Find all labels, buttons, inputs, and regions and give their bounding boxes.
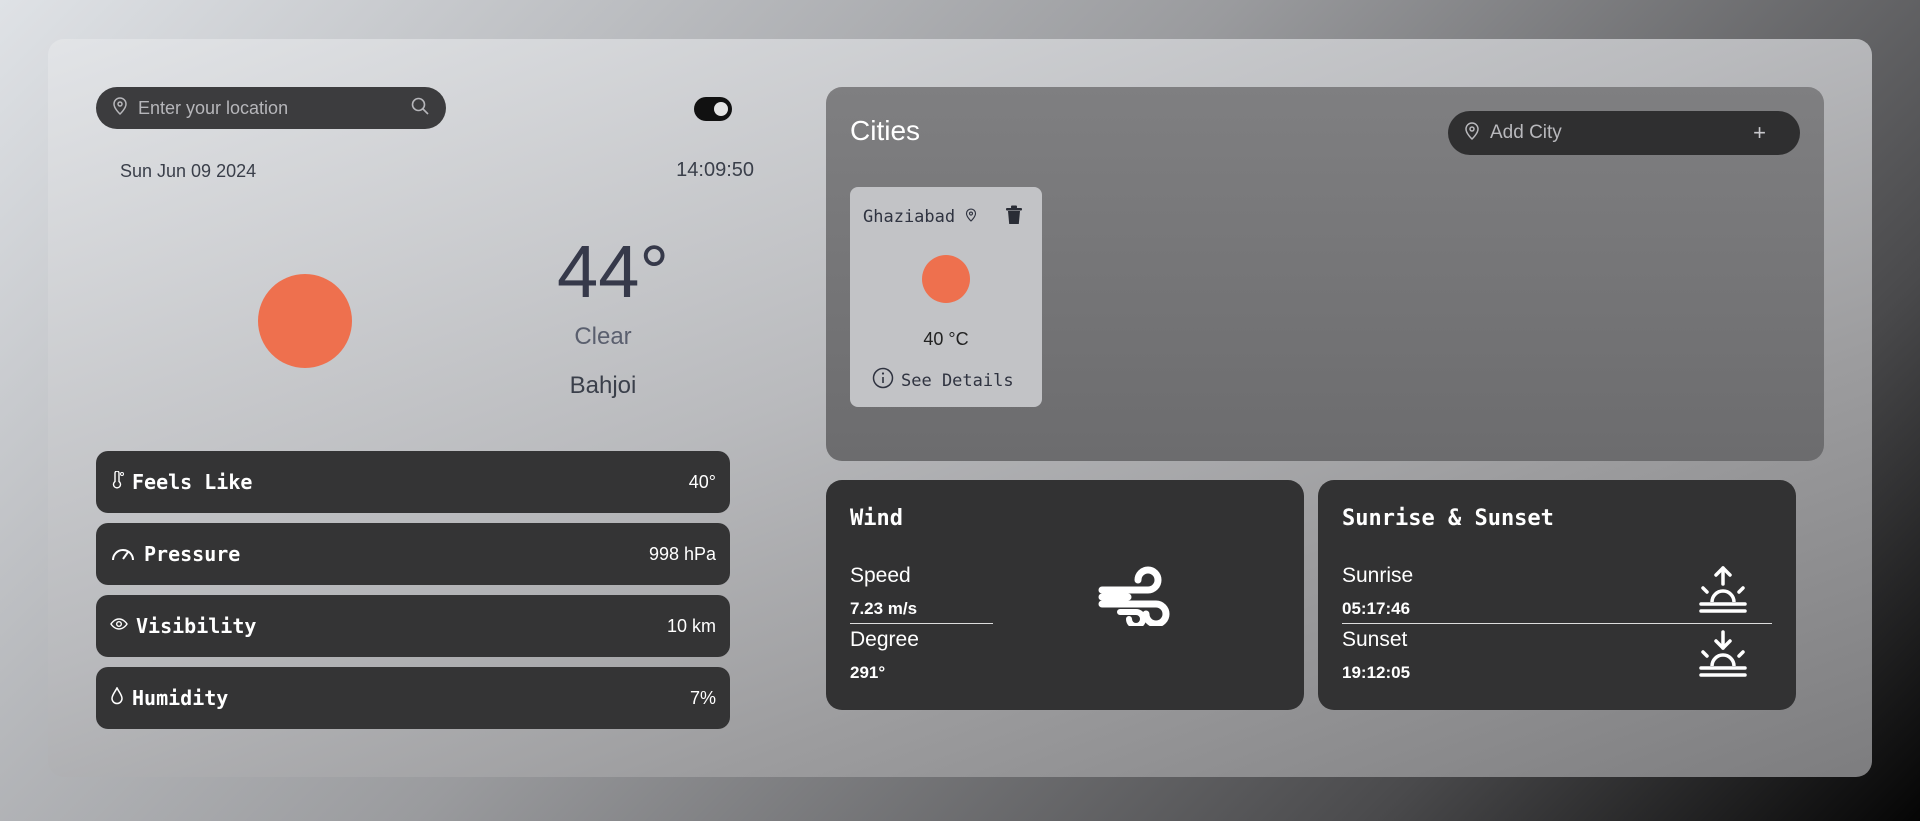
location-search[interactable]: Enter your location bbox=[96, 87, 446, 129]
weather-condition: Clear bbox=[574, 323, 632, 350]
cities-panel: Cities Add City + Ghaziabad 40 °C See De… bbox=[826, 87, 1824, 461]
wind-icon bbox=[1098, 560, 1174, 631]
stat-label: Feels Like bbox=[132, 470, 253, 494]
stat-humidity: Humidity 7% bbox=[96, 667, 730, 729]
sun-title: Sunrise & Sunset bbox=[1342, 506, 1554, 531]
current-temperature: 44° bbox=[557, 230, 669, 313]
wind-speed-value: 7.23 m/s bbox=[850, 599, 918, 618]
divider bbox=[1342, 623, 1772, 624]
search-icon[interactable] bbox=[410, 96, 430, 121]
location-pin-icon bbox=[112, 96, 128, 120]
droplet-icon bbox=[110, 685, 124, 710]
add-city-field[interactable]: Add City + bbox=[1448, 111, 1800, 155]
city-weather-icon bbox=[922, 255, 970, 303]
current-time: 14:09:50 bbox=[676, 159, 754, 181]
city-temperature: 40 °C bbox=[923, 329, 969, 349]
stat-value: 40° bbox=[688, 471, 716, 492]
current-date: Sun Jun 09 2024 bbox=[120, 161, 257, 181]
stat-label: Pressure bbox=[144, 542, 241, 566]
stat-value: 10 km bbox=[666, 615, 716, 636]
sunset-value: 19:12:05 bbox=[1342, 663, 1411, 682]
sunset-label: Sunset bbox=[1342, 628, 1408, 651]
stat-visibility: Visibility 10 km bbox=[96, 595, 730, 657]
stat-label: Visibility bbox=[136, 614, 257, 638]
wind-title: Wind bbox=[850, 506, 903, 531]
sunrise-sunset-card: Sunrise & Sunset Sunrise 05:17:46 Sunset… bbox=[1318, 480, 1796, 710]
weather-sun-icon bbox=[258, 274, 352, 368]
stat-pressure: Pressure 998 hPa bbox=[96, 523, 730, 585]
city-card[interactable]: Ghaziabad 40 °C See Details bbox=[850, 187, 1042, 407]
wind-degree-value: 291° bbox=[850, 663, 886, 682]
wind-degree-label: Degree bbox=[850, 628, 919, 651]
location-pin-icon bbox=[965, 207, 977, 227]
divider bbox=[850, 623, 993, 624]
sunrise-label: Sunrise bbox=[1342, 564, 1414, 587]
cities-title: Cities bbox=[850, 115, 921, 146]
trash-icon[interactable] bbox=[1005, 205, 1023, 230]
thermometer-icon bbox=[110, 469, 124, 494]
info-icon bbox=[872, 367, 894, 394]
eye-icon bbox=[110, 617, 128, 636]
wind-speed-label: Speed bbox=[850, 564, 911, 587]
location-pin-icon bbox=[1464, 121, 1480, 145]
stat-value: 998 hPa bbox=[648, 543, 716, 564]
stat-value: 7% bbox=[689, 687, 716, 708]
current-location: Bahjoi bbox=[569, 372, 637, 399]
plus-icon[interactable]: + bbox=[1753, 120, 1766, 146]
toggle-knob bbox=[714, 102, 728, 116]
stat-label: Humidity bbox=[132, 686, 229, 710]
gauge-icon bbox=[110, 541, 136, 568]
stat-feels-like: Feels Like 40° bbox=[96, 451, 730, 513]
theme-toggle[interactable] bbox=[694, 97, 732, 121]
search-input[interactable]: Enter your location bbox=[138, 98, 400, 119]
sunrise-icon bbox=[1698, 566, 1748, 619]
weather-dashboard: Enter your location Sun Jun 09 2024 14:0… bbox=[48, 39, 1872, 777]
sunrise-value: 05:17:46 bbox=[1342, 599, 1411, 618]
add-city-input[interactable]: Add City bbox=[1490, 122, 1743, 144]
sunset-icon bbox=[1698, 630, 1748, 683]
see-details-link[interactable]: See Details bbox=[872, 367, 1014, 394]
city-name: Ghaziabad bbox=[863, 207, 977, 227]
wind-card: Wind Speed 7.23 m/s Degree 291° bbox=[826, 480, 1304, 710]
